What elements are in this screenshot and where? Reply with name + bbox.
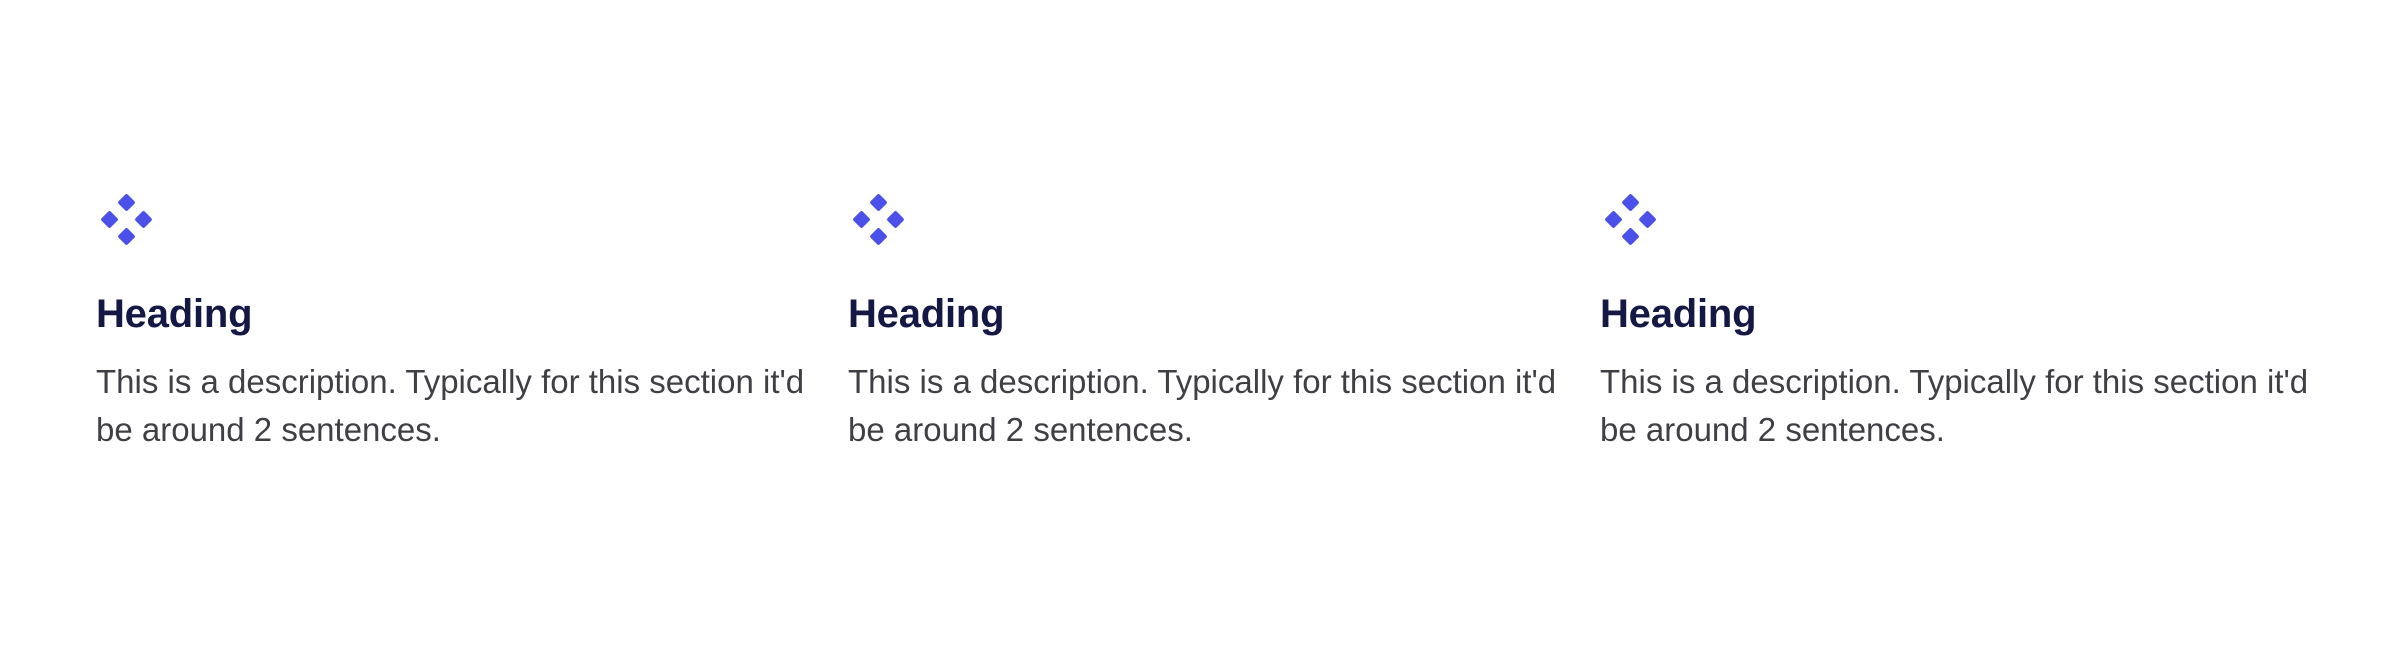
- feature-description: This is a description. Typically for thi…: [96, 363, 805, 448]
- feature-heading: Heading: [96, 292, 253, 336]
- diamond-cluster-icon: [101, 194, 152, 245]
- diamond-cluster-icon: [853, 194, 904, 245]
- feature-description: This is a description. Typically for thi…: [1600, 363, 2309, 448]
- diamond-cluster-icon: [1605, 194, 1656, 245]
- features-section: Heading This is a description. Typically…: [0, 0, 2400, 648]
- feature-card-3: Heading This is a description. Typically…: [1600, 194, 2320, 454]
- feature-card-2: Heading This is a description. Typically…: [848, 194, 1568, 454]
- feature-description: This is a description. Typically for thi…: [848, 363, 1557, 448]
- feature-heading: Heading: [848, 292, 1005, 336]
- feature-heading: Heading: [1600, 292, 1757, 336]
- feature-card-1: Heading This is a description. Typically…: [96, 194, 816, 454]
